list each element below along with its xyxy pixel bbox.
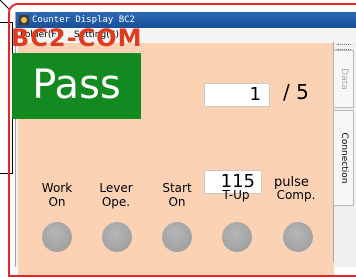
screenshot-stage: Counter Display BC2 Folder(F) Setting(S)… (0, 0, 356, 277)
highlight-frame (8, 3, 356, 277)
